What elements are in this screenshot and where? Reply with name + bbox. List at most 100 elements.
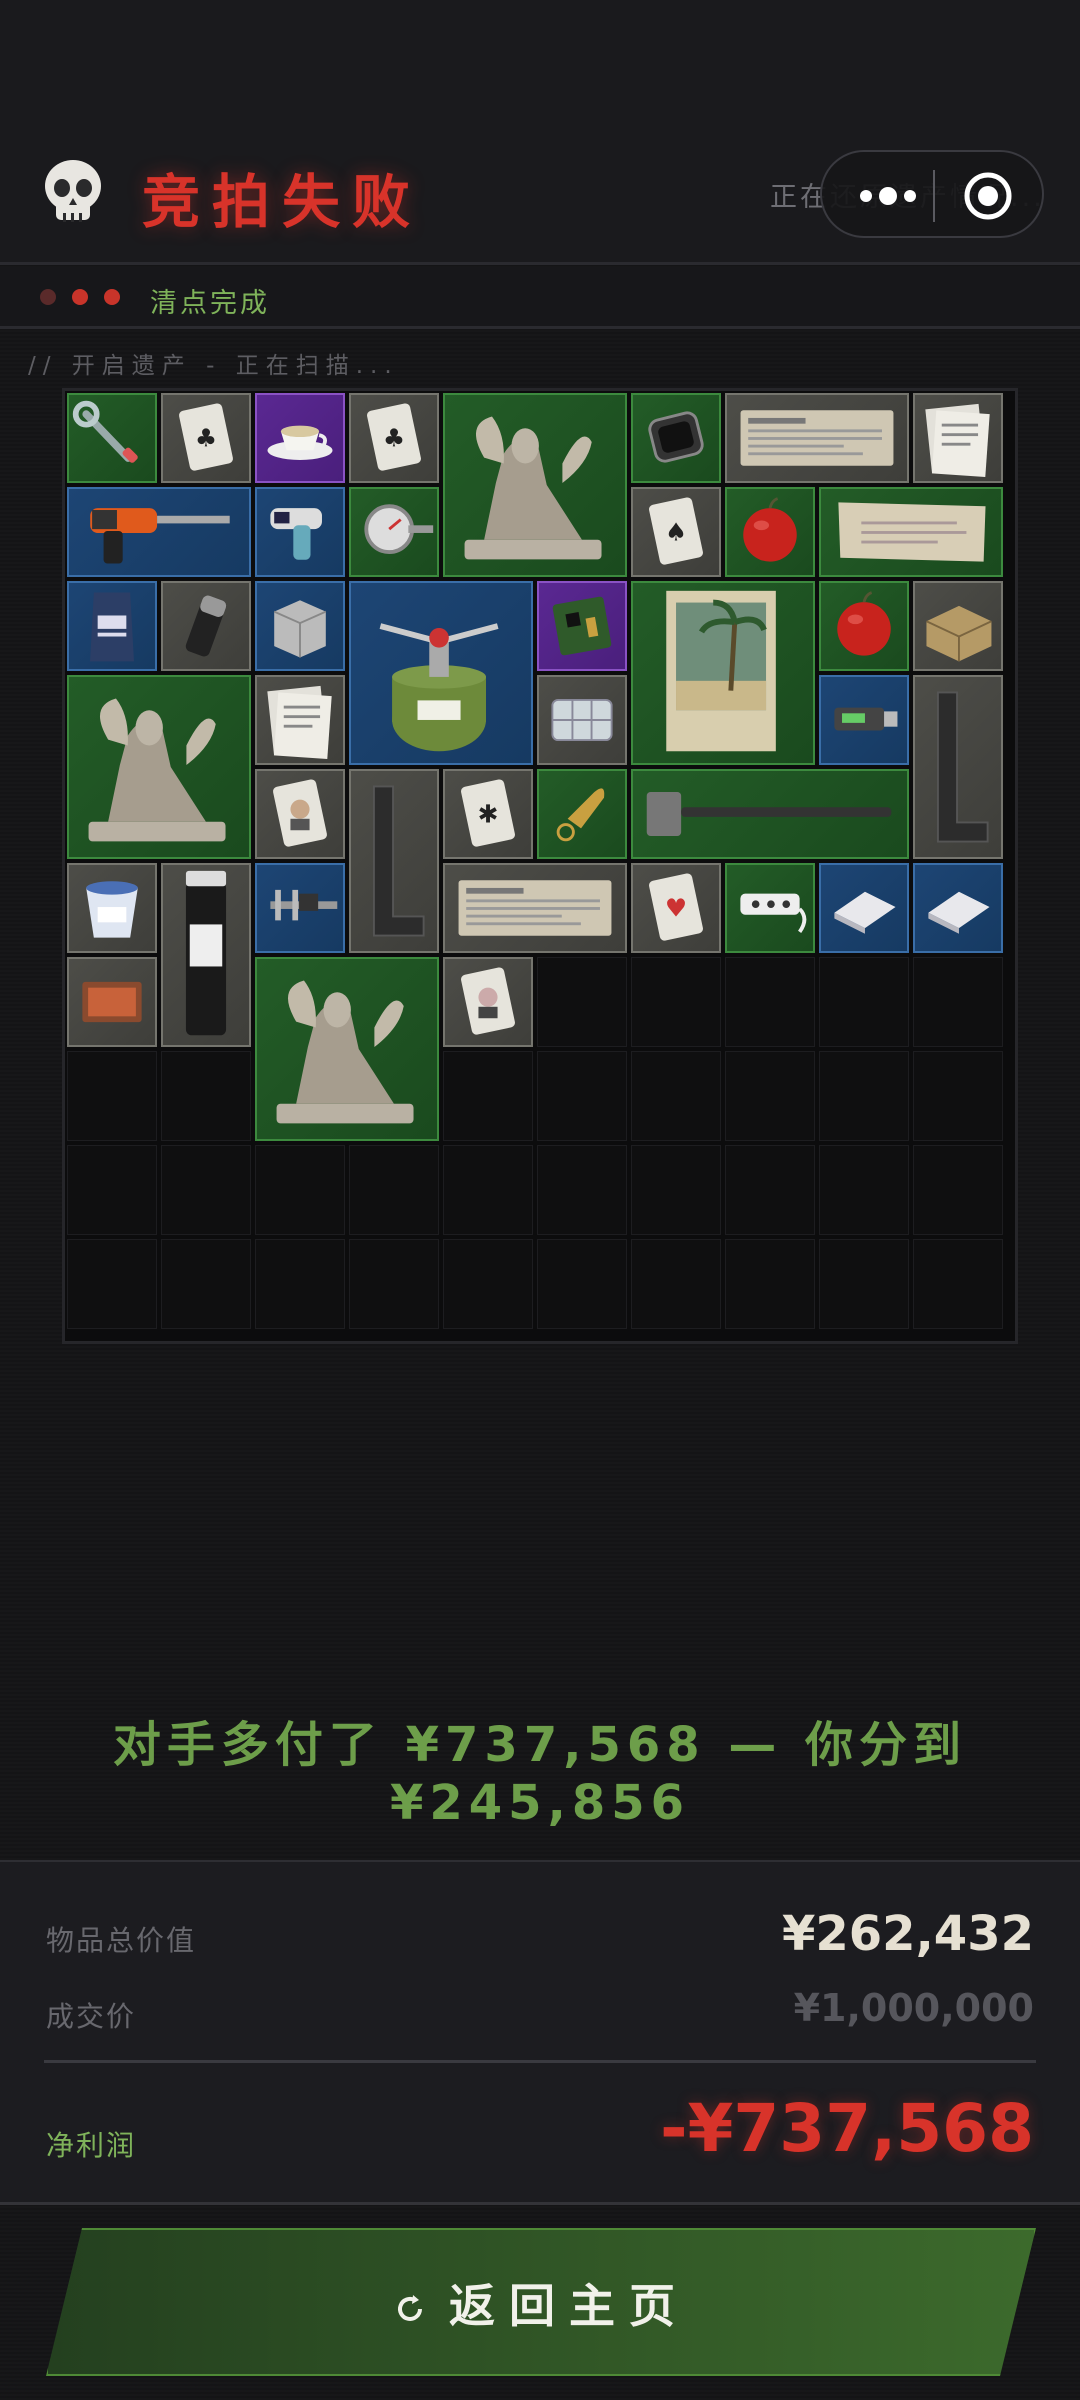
- result-line-2: ¥245,856: [389, 1775, 691, 1831]
- item-paper-documents[interactable]: [255, 675, 345, 765]
- item-id-card[interactable]: [255, 769, 345, 859]
- refresh-icon: [393, 2292, 427, 2326]
- item-cardboard-box[interactable]: [913, 581, 1003, 671]
- item-caliper[interactable]: [255, 863, 345, 953]
- item-playing-card-portrait[interactable]: [443, 957, 533, 1047]
- svg-text:♥: ♥: [665, 894, 687, 923]
- inventory-slot: [819, 1051, 909, 1141]
- skull-icon: [45, 160, 101, 222]
- header: 竞拍失败 正在还原遗产情况...: [0, 0, 1080, 265]
- dial-gauge-icon: [364, 504, 434, 554]
- id-card-icon: [273, 779, 327, 847]
- close-target-icon[interactable]: [962, 170, 1014, 222]
- more-icon[interactable]: [850, 180, 940, 212]
- smartwatch-icon: [648, 411, 704, 463]
- inventory-slot: [161, 1051, 251, 1141]
- sphinx-statue-icon: [464, 416, 602, 560]
- item-beach-poster[interactable]: [631, 581, 815, 765]
- net-profit-value: -¥737,568: [660, 2090, 1034, 2167]
- inventory-slot: [631, 1051, 721, 1141]
- item-usb-drive[interactable]: [819, 675, 909, 765]
- item-sample-bottle[interactable]: [161, 863, 251, 1047]
- item-napkin[interactable]: [913, 863, 1003, 953]
- item-power-strip[interactable]: [725, 863, 815, 953]
- item-old-paper[interactable]: [819, 487, 1003, 577]
- inventory-slot: [819, 1239, 909, 1329]
- paper-documents-icon: [267, 685, 332, 760]
- item-circuit-board[interactable]: [537, 581, 627, 671]
- deal-price-label: 成交价: [46, 2000, 137, 2033]
- inventory-slot: [819, 957, 909, 1047]
- item-yogurt-cup[interactable]: [67, 863, 157, 953]
- inventory-slot: [443, 1145, 533, 1235]
- item-apple[interactable]: [725, 487, 815, 577]
- apple-icon: [837, 591, 891, 656]
- panel-divider: [44, 2060, 1036, 2063]
- status-row: 清点完成: [0, 267, 1080, 329]
- mini-program-capsule[interactable]: [820, 150, 1044, 238]
- capsule-divider: [933, 170, 935, 222]
- item-grinder[interactable]: [161, 581, 251, 671]
- svg-text:✱: ✱: [478, 800, 499, 829]
- inventory-slot: [631, 1145, 721, 1235]
- beach-poster-icon: [666, 590, 776, 752]
- return-home-button[interactable]: 返回主页: [46, 2228, 1036, 2376]
- inventory-slot: [255, 1239, 345, 1329]
- circuit-board-icon: [552, 596, 612, 656]
- paper-documents-icon: [925, 403, 990, 478]
- item-matchbox[interactable]: [67, 957, 157, 1047]
- item-metal-box[interactable]: [255, 581, 345, 671]
- l-bracket-icon: [372, 785, 425, 937]
- power-drill-icon: [90, 508, 230, 564]
- item-playing-card-hearts[interactable]: ♥: [631, 863, 721, 953]
- item-wrench[interactable]: [67, 393, 157, 483]
- newspaper-icon: [740, 410, 894, 466]
- caliper-icon: [270, 889, 338, 921]
- item-thermometer-gun[interactable]: [255, 487, 345, 577]
- item-smartwatch[interactable]: [631, 393, 721, 483]
- item-playing-card-clubs[interactable]: ♣: [349, 393, 439, 483]
- result-line-1: 对手多付了 ¥737,568 — 你分到: [112, 1717, 968, 1773]
- item-dial-gauge[interactable]: [349, 487, 439, 577]
- item-paper-documents[interactable]: [913, 393, 1003, 483]
- item-sphinx-statue[interactable]: [67, 675, 251, 859]
- sphinx-statue-icon: [276, 980, 414, 1124]
- status-dot-1: [40, 289, 56, 305]
- item-coffee-bag[interactable]: [67, 581, 157, 671]
- item-camping-stove[interactable]: [349, 581, 533, 765]
- inventory-slot: [67, 1145, 157, 1235]
- item-l-bracket[interactable]: [913, 675, 1003, 859]
- svg-text:♣: ♣: [383, 424, 405, 453]
- svg-text:♣: ♣: [195, 424, 217, 453]
- item-playing-card-spades[interactable]: ♠: [631, 487, 721, 577]
- playing-card-special-icon: ✱: [461, 779, 515, 847]
- yogurt-cup-icon: [86, 881, 138, 938]
- item-teacup[interactable]: [255, 393, 345, 483]
- napkin-icon: [834, 891, 896, 934]
- item-sphinx-statue[interactable]: [443, 393, 627, 577]
- inventory-slot: [349, 1145, 439, 1235]
- inventory-slot: [913, 1239, 1003, 1329]
- item-apple[interactable]: [819, 581, 909, 671]
- item-playing-card-special[interactable]: ✱: [443, 769, 533, 859]
- item-newspaper[interactable]: [725, 393, 909, 483]
- inventory-slot: [537, 957, 627, 1047]
- inventory-slot: [725, 1145, 815, 1235]
- inventory-slot: [255, 1145, 345, 1235]
- item-l-bracket[interactable]: [349, 769, 439, 953]
- item-sphinx-statue[interactable]: [255, 957, 439, 1141]
- item-newspaper[interactable]: [443, 863, 627, 953]
- item-napkin[interactable]: [819, 863, 909, 953]
- inventory-slot: [67, 1051, 157, 1141]
- inventory-slot: [443, 1051, 533, 1141]
- item-pill-case[interactable]: [537, 675, 627, 765]
- thermometer-gun-icon: [270, 508, 322, 560]
- napkin-icon: [928, 891, 990, 934]
- item-playing-card-clubs[interactable]: ♣: [161, 393, 251, 483]
- item-sledgehammer[interactable]: [631, 769, 909, 859]
- item-power-drill[interactable]: [67, 487, 251, 577]
- status-dot-3: [104, 289, 120, 305]
- item-bullet-keychain[interactable]: [537, 769, 627, 859]
- total-value-label: 物品总价值: [46, 1924, 197, 1957]
- inventory-slot: [631, 957, 721, 1047]
